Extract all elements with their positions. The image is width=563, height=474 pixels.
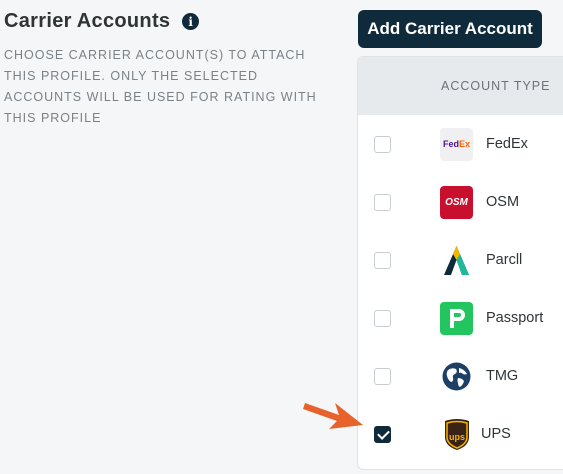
table-row[interactable]: Passport — [358, 289, 563, 347]
carrier-name: OSM — [486, 194, 520, 210]
table-row[interactable]: Fed Ex FedEx — [358, 115, 563, 173]
row-checkbox-checked[interactable] — [374, 425, 391, 443]
row-checkbox[interactable] — [374, 251, 391, 269]
globe-logo-icon — [440, 360, 473, 393]
section-title-text: Carrier Accounts — [4, 10, 171, 32]
column-header-account-type[interactable]: ACCOUNT TYPE — [441, 79, 550, 93]
carrier-accounts-table: ACCOUNT TYPE FedEx FedEx OSM OSM Parcll — [357, 56, 563, 470]
carrier-name: Parcll — [486, 252, 523, 268]
parcll-logo-icon — [440, 244, 473, 277]
row-checkbox[interactable] — [374, 135, 391, 153]
table-row[interactable]: TMG — [358, 347, 563, 405]
fedex-logo-ex: Ex — [459, 139, 471, 149]
carrier-name: UPS — [481, 426, 511, 442]
osm-logo-icon: OSM — [440, 185, 473, 219]
table-row[interactable]: OSM OSM — [358, 173, 563, 231]
passport-logo-icon — [440, 301, 473, 335]
section-description: CHOOSE CARRIER ACCOUNT(S) TO ATTACH THIS… — [4, 48, 317, 125]
row-checkbox[interactable] — [374, 367, 391, 385]
ups-logo-icon: ups — [440, 418, 473, 451]
carrier-name: TMG — [486, 368, 519, 384]
row-checkbox[interactable] — [374, 193, 391, 211]
table-row[interactable]: ups UPS — [358, 405, 563, 463]
carrier-name: FedEx — [486, 136, 528, 152]
ups-logo-text: ups — [448, 432, 464, 442]
pointer-arrow-icon — [303, 403, 363, 429]
info-icon[interactable]: i — [182, 13, 200, 30]
section-title: Carrier Accounts i — [4, 10, 200, 33]
row-checkbox[interactable] — [374, 309, 391, 327]
fedex-logo-fed: Fed — [442, 139, 459, 149]
add-carrier-account-button[interactable]: Add Carrier Account — [358, 10, 542, 48]
osm-logo-text: OSM — [445, 196, 468, 208]
table-row[interactable]: Parcll — [358, 231, 563, 289]
fedex-logo-icon: Fed Ex — [440, 127, 473, 161]
carrier-name: Passport — [486, 310, 544, 326]
table-header: ACCOUNT TYPE — [358, 57, 563, 115]
